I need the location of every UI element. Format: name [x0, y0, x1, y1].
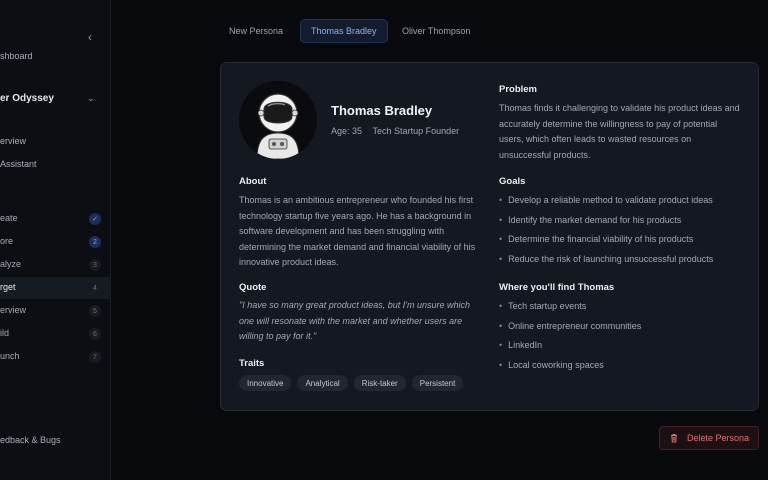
- where-item: Online entrepreneur communities: [499, 321, 641, 341]
- where-item: LinkedIn: [499, 340, 641, 360]
- step-label: rget: [0, 282, 16, 292]
- goal-item: Determine the financial viability of his…: [499, 234, 713, 254]
- step-badge: 2: [89, 236, 101, 248]
- sidebar-step-build[interactable]: ild 6: [0, 323, 110, 345]
- goal-item: Develop a reliable method to validate pr…: [499, 195, 713, 215]
- tab-thomas-bradley[interactable]: Thomas Bradley: [300, 19, 388, 43]
- chevron-down-icon[interactable]: ⌄: [87, 93, 95, 104]
- goal-item: Identify the market demand for his produ…: [499, 215, 713, 235]
- check-icon: ✓: [89, 213, 101, 225]
- problem-heading: Problem: [499, 84, 538, 95]
- step-label: ore: [0, 236, 14, 246]
- persona-meta: Age: 35 Tech Startup Founder: [331, 126, 459, 136]
- delete-persona-label: Delete Persona: [686, 433, 750, 443]
- trait-chip: Analytical: [297, 375, 348, 391]
- step-label: eate: [0, 213, 18, 223]
- sidebar-step-target[interactable]: rget 4: [0, 277, 110, 299]
- quote-heading: Quote: [239, 282, 267, 293]
- delete-persona-button[interactable]: Delete Persona: [659, 426, 759, 450]
- sidebar-item-assistant[interactable]: Assistant: [0, 159, 37, 169]
- goal-item: Reduce the risk of launching unsuccessfu…: [499, 254, 713, 274]
- trait-chip: Innovative: [239, 375, 292, 391]
- persona-role: Tech Startup Founder: [372, 126, 460, 136]
- persona-age: Age: 35: [331, 126, 363, 136]
- avatar: [239, 81, 317, 159]
- goals-list: Develop a reliable method to validate pr…: [499, 195, 713, 273]
- sidebar: ‹ shboard er Odyssey ⌄ erview Assistant …: [0, 0, 111, 480]
- quote-text: "I have so many great product ideas, but…: [239, 300, 471, 342]
- collapse-sidebar-button[interactable]: ‹: [82, 29, 98, 45]
- step-badge: 6: [89, 328, 101, 340]
- traits-list: Innovative Analytical Risk-taker Persist…: [239, 375, 464, 391]
- traits-heading: Traits: [239, 358, 265, 369]
- trait-chip: Risk-taker: [353, 375, 406, 391]
- chevron-left-icon: ‹: [88, 30, 92, 44]
- sidebar-step-analyze[interactable]: alyze 3: [0, 254, 110, 276]
- about-text: Thomas is an ambitious entrepreneur who …: [239, 195, 476, 268]
- sidebar-item-dashboard[interactable]: shboard: [0, 51, 33, 61]
- goals-heading: Goals: [499, 176, 526, 187]
- tab-oliver-thompson[interactable]: Oliver Thompson: [392, 19, 480, 43]
- sidebar-step-create[interactable]: eate ✓: [0, 208, 110, 230]
- step-label: erview: [0, 305, 27, 315]
- trash-icon: [670, 434, 677, 443]
- sidebar-item-feedback[interactable]: edback & Bugs: [0, 435, 61, 445]
- sidebar-step-interview[interactable]: erview 5: [0, 300, 110, 322]
- astronaut-icon: [239, 81, 317, 159]
- where-list: Tech startup events Online entrepreneur …: [499, 301, 641, 379]
- sidebar-step-explore[interactable]: ore 2: [0, 231, 110, 253]
- about-heading: About: [239, 176, 267, 187]
- step-label: ild: [0, 328, 10, 338]
- persona-name: Thomas Bradley: [331, 103, 433, 118]
- where-item: Tech startup events: [499, 301, 641, 321]
- problem-text: Thomas finds it challenging to validate …: [499, 103, 740, 160]
- sidebar-item-overview[interactable]: erview: [0, 136, 26, 146]
- sidebar-step-launch[interactable]: unch 7: [0, 346, 110, 368]
- step-label: alyze: [0, 259, 22, 269]
- project-selector[interactable]: er Odyssey: [0, 93, 54, 104]
- step-badge: 5: [89, 305, 101, 317]
- step-badge: 4: [89, 282, 101, 294]
- trait-chip: Persistent: [411, 375, 464, 391]
- persona-card: Thomas Bradley Age: 35 Tech Startup Foun…: [220, 62, 759, 411]
- step-label: unch: [0, 351, 20, 361]
- where-heading: Where you'll find Thomas: [499, 282, 615, 293]
- where-item: Local coworking spaces: [499, 360, 641, 380]
- step-badge: 7: [89, 351, 101, 363]
- tab-new-persona[interactable]: New Persona: [219, 19, 293, 43]
- step-badge: 3: [89, 259, 101, 271]
